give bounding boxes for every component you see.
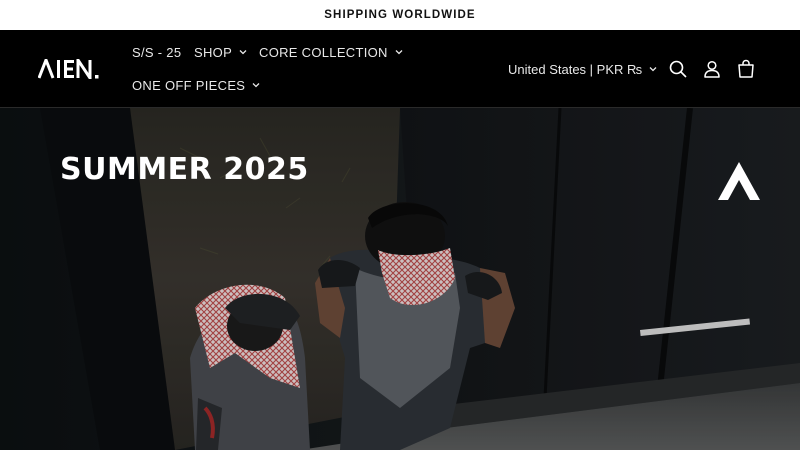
chevron-down-icon <box>252 83 260 88</box>
chevron-down-icon <box>239 50 247 55</box>
nav-item-ss25[interactable]: S/S - 25 <box>132 40 181 64</box>
chevron-down-icon <box>395 50 403 55</box>
chevron-down-icon <box>649 67 657 72</box>
hero-banner[interactable]: SUMMER 2025 <box>0 108 800 450</box>
account-icon[interactable] <box>701 58 723 80</box>
announcement-text: SHIPPING WORLDWIDE <box>324 9 476 21</box>
nav-item-label: ONE OFF PIECES <box>132 77 246 93</box>
announcement-bar: SHIPPING WORLDWIDE <box>0 0 800 30</box>
nav-item-label: CORE COLLECTION <box>259 44 388 60</box>
nav-item-core-collection[interactable]: CORE COLLECTION <box>259 40 404 64</box>
logo-wordmark-icon <box>38 59 99 79</box>
hero-title: SUMMER 2025 <box>60 152 309 187</box>
country-currency-selector[interactable]: United States | PKR ₨ <box>508 57 658 81</box>
brand-chevron-icon <box>718 162 760 200</box>
nav-item-label: S/S - 25 <box>132 44 182 60</box>
nav-item-one-off-pieces[interactable]: ONE OFF PIECES <box>132 73 261 97</box>
search-icon[interactable] <box>667 58 689 80</box>
main-nav: S/S - 25 SHOP CORE COLLECTION ONE OFF PI… <box>124 30 424 108</box>
nav-item-shop[interactable]: SHOP <box>194 40 248 64</box>
cart-icon[interactable] <box>735 58 757 80</box>
locale-label: United States | PKR ₨ <box>508 61 643 77</box>
brand-logo[interactable] <box>38 57 102 81</box>
nav-item-label: SHOP <box>194 44 233 60</box>
site-header: S/S - 25 SHOP CORE COLLECTION ONE OFF PI… <box>0 30 800 108</box>
